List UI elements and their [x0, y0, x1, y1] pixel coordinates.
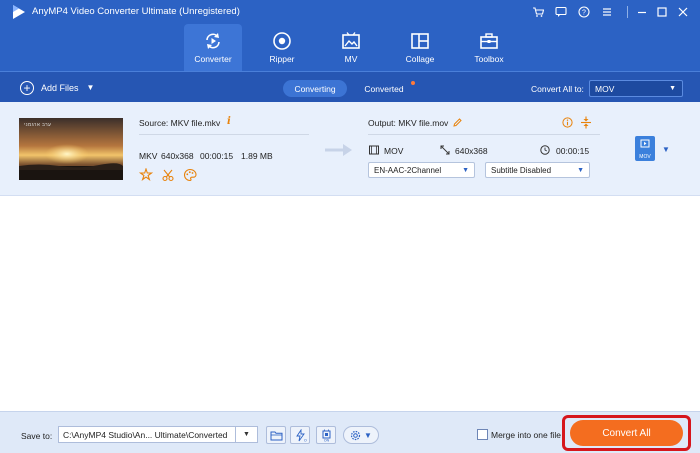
compress-icon[interactable] — [580, 116, 592, 129]
tab-mv[interactable]: MV — [322, 24, 380, 71]
tab-converted-label: Converted — [364, 83, 404, 94]
title-bar: AnyMP4 Video Converter Ultimate (Unregis… — [0, 0, 700, 71]
enhance-icon[interactable] — [139, 168, 153, 182]
tab-ripper-label: Ripper — [269, 54, 295, 64]
thumbnail-caption: ערב ארגמני — [24, 122, 52, 128]
cut-icon[interactable] — [161, 168, 175, 182]
toolbar: + Add Files ▼ Converting Converted Conve… — [0, 71, 700, 102]
gear-icon — [350, 430, 361, 440]
lightning-off-icon: OFF — [295, 428, 307, 442]
source-format: MKV — [139, 151, 158, 161]
divider — [139, 134, 309, 135]
palette-icon[interactable] — [183, 168, 197, 182]
toolbox-icon — [480, 33, 498, 49]
edit-icon[interactable] — [452, 117, 463, 128]
audio-track-select[interactable]: EN-AAC-2Channel ▼ — [368, 162, 475, 178]
chevron-down-icon: ▼ — [364, 430, 372, 440]
help-icon[interactable]: ? — [576, 4, 592, 20]
tab-converter-label: Converter — [194, 54, 232, 64]
add-files-button[interactable]: + Add Files ▼ — [20, 79, 94, 96]
mv-icon — [342, 32, 360, 49]
folder-icon — [270, 431, 282, 440]
convert-all-format-select[interactable]: MOV ▼ — [589, 80, 683, 97]
tab-toolbox[interactable]: Toolbox — [460, 24, 518, 71]
arrow-right-icon — [325, 144, 352, 156]
output-filename: Output: MKV file.mov — [368, 118, 448, 128]
minimize-icon[interactable] — [634, 4, 650, 20]
tab-toolbox-label: Toolbox — [474, 54, 504, 64]
source-resolution: 640x368 — [161, 151, 194, 161]
cart-icon[interactable] — [530, 4, 546, 20]
resize-icon — [440, 145, 450, 155]
video-thumbnail[interactable]: ערב ארגמני — [19, 118, 123, 180]
close-icon[interactable] — [675, 4, 691, 20]
divider — [368, 134, 600, 135]
collage-icon — [411, 33, 429, 49]
save-path-field[interactable]: C:\AnyMP4 Studio\An... Ultimate\Converte… — [58, 426, 258, 443]
app-title: AnyMP4 Video Converter Ultimate (Unregis… — [32, 6, 240, 17]
add-files-label: Add Files — [41, 82, 79, 93]
settings-button[interactable]: ▼ — [343, 426, 379, 444]
output-filename-text: Output: MKV file.mov — [368, 118, 449, 128]
notification-dot — [411, 81, 415, 85]
hardware-accel-button[interactable]: OFF — [290, 426, 310, 444]
source-filename: Source: MKV file.mkv — [139, 118, 221, 128]
tab-converter[interactable]: Converter — [184, 24, 242, 71]
tab-collage-label: Collage — [405, 54, 435, 64]
chevron-down-icon[interactable]: ▼ — [662, 145, 670, 154]
maximize-icon[interactable] — [654, 4, 670, 20]
source-size: 1.89 MB — [241, 151, 273, 161]
output-format: MOV — [384, 146, 404, 156]
play-logo-icon — [13, 5, 25, 19]
merge-label: Merge into one file — [491, 430, 561, 440]
tab-mv-label: MV — [344, 54, 358, 64]
convert-all-button[interactable]: Convert All — [570, 420, 683, 446]
chat-icon[interactable] — [553, 4, 569, 20]
tab-converted[interactable]: Converted — [358, 80, 415, 97]
subtitle-select[interactable]: Subtitle Disabled ▼ — [485, 162, 590, 178]
output-format-button[interactable]: MOV — [635, 136, 655, 161]
clock-icon — [540, 145, 550, 155]
video-file-icon — [640, 139, 650, 148]
title-divider — [627, 6, 628, 18]
cpu-on-icon: ON — [322, 429, 330, 442]
plus-icon: + — [20, 80, 34, 95]
save-to-label: Save to: — [21, 431, 53, 441]
subtitle-value: Subtitle Disabled — [491, 165, 552, 175]
converter-icon — [206, 33, 220, 49]
svg-text:OFF: OFF — [304, 438, 307, 442]
chevron-down-icon: ▼ — [462, 167, 469, 174]
open-folder-button[interactable] — [266, 426, 286, 444]
source-duration: 00:00:15 — [200, 151, 234, 161]
convert-all-to-label: Convert All to: — [531, 84, 584, 94]
info-circle-icon[interactable] — [562, 117, 573, 128]
output-format-badge-label: MOV — [639, 154, 651, 160]
chevron-down-icon[interactable]: ▼ — [235, 427, 257, 442]
audio-track-value: EN-AAC-2Channel — [374, 165, 442, 175]
ripper-icon — [273, 32, 291, 50]
svg-text:ON: ON — [323, 438, 329, 442]
output-resolution: 640x368 — [455, 146, 488, 156]
chevron-down-icon[interactable]: ▼ — [87, 83, 95, 92]
chevron-down-icon: ▼ — [577, 167, 584, 174]
chevron-down-icon: ▼ — [669, 85, 676, 92]
film-icon — [369, 145, 379, 155]
file-item: ערב ארגמני Source: MKV file.mkv i MKV 64… — [0, 102, 700, 196]
convert-all-format-value: MOV — [595, 83, 615, 94]
tab-ripper[interactable]: Ripper — [253, 24, 311, 71]
merge-checkbox[interactable] — [477, 429, 488, 440]
save-path-value: C:\AnyMP4 Studio\An... Ultimate\Converte… — [63, 429, 228, 440]
info-icon[interactable]: i — [227, 116, 237, 127]
gpu-accel-button[interactable]: ON — [316, 426, 336, 444]
tab-converting[interactable]: Converting — [283, 80, 347, 97]
tab-collage[interactable]: Collage — [391, 24, 449, 71]
menu-icon[interactable] — [599, 4, 615, 20]
svg-text:?: ? — [582, 10, 586, 17]
output-duration: 00:00:15 — [556, 146, 590, 156]
